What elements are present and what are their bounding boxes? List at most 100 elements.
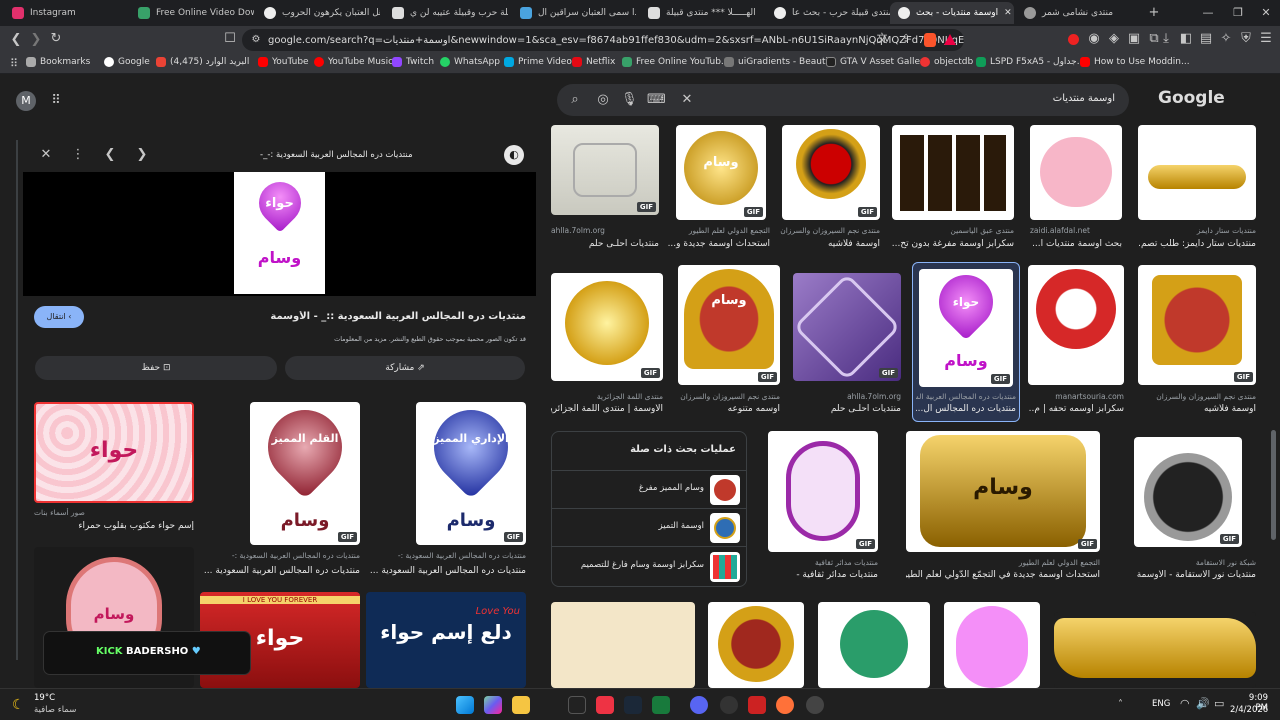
new-tab-icon[interactable]: + [1146, 6, 1162, 20]
result-image[interactable] [818, 602, 930, 688]
tab-video-downloader[interactable]: Free Online Video Downlo [130, 2, 254, 24]
lens-icon[interactable]: ◎ [595, 93, 611, 107]
copilot-icon[interactable] [484, 696, 502, 714]
result-caption[interactable]: بحث أوسمة منتديات ا... [1030, 239, 1122, 249]
site-info-icon[interactable]: ⚙ [248, 33, 264, 47]
menu-icon[interactable]: ☰ [1258, 32, 1274, 46]
result-caption[interactable]: استحداث أوسمة جديدة و... [662, 239, 770, 249]
rewards-icon[interactable] [944, 34, 956, 45]
result-image[interactable]: GIF [793, 273, 901, 381]
result-caption[interactable]: منتديات دره المجالس ال... [916, 404, 1016, 414]
result-image[interactable]: GIF [1138, 265, 1256, 385]
bookmark-folder[interactable]: Bookmarks [26, 57, 90, 67]
bookmark-objectdb[interactable]: objectdb [920, 57, 973, 67]
start-icon[interactable] [456, 696, 474, 714]
google-logo[interactable]: Google [1158, 88, 1225, 108]
forward-icon[interactable]: ❯ [28, 33, 44, 47]
back-icon[interactable]: ❮ [8, 33, 24, 47]
brave-shield-icon[interactable] [924, 33, 936, 47]
vpn-icon[interactable]: ⛨ [1238, 32, 1254, 46]
language-indicator[interactable]: ENG [1152, 699, 1170, 709]
translate-icon[interactable]: 文 [874, 32, 890, 46]
save-button[interactable]: حفظ ⊡ [35, 356, 277, 380]
result-image[interactable] [892, 125, 1014, 220]
bookmark-lspd[interactable]: LSPD F5xA5 - جداول... [976, 57, 1085, 67]
address-bar[interactable]: ⚙ google.com/search?q=اوسمة+منتديات&neww… [242, 29, 964, 51]
extension-icon[interactable]: ◉ [1086, 32, 1102, 46]
result-image[interactable]: GIF [551, 273, 663, 381]
preview-image[interactable]: حواء وسام [234, 172, 325, 294]
related-image-admin[interactable]: الإداري المميز وسام GIF [416, 402, 526, 545]
result-caption[interactable]: منتديات احلـى حلم [793, 404, 901, 414]
edge-icon[interactable] [540, 696, 558, 714]
result-caption[interactable]: اوسمه متنوعه [672, 404, 780, 414]
share-button[interactable]: مشاركة ⇗ [285, 356, 525, 380]
download-icon[interactable]: ⤓ [1158, 32, 1174, 46]
result-image[interactable] [1138, 125, 1256, 220]
maximize-icon[interactable]: ❐ [1230, 6, 1246, 20]
tray-chevron-icon[interactable]: ˄ [1118, 699, 1123, 710]
reload-icon[interactable]: ↻ [48, 32, 64, 46]
related-caption[interactable]: منتديات دره المجالس العربية السعودية ... [200, 566, 360, 576]
tab-9[interactable]: منتدى نشامى شمر [1016, 2, 1140, 24]
tab-5[interactable]: لماذا سمى العتبان سراقين ال [512, 2, 636, 24]
app-icon[interactable] [748, 696, 766, 714]
next-icon[interactable]: ❯ [134, 148, 150, 162]
app-icon[interactable] [720, 696, 738, 714]
apps-grid-icon[interactable]: ⠿ [48, 94, 64, 108]
tab-7[interactable]: منتدى قبيلة حرب - بحث عا [766, 2, 890, 24]
app-icon[interactable] [568, 696, 586, 714]
more-options-icon[interactable]: ⋮ [70, 148, 86, 162]
bookmark-google[interactable]: Google [104, 57, 150, 67]
minimize-icon[interactable]: — [1200, 6, 1216, 20]
result-image[interactable] [708, 602, 804, 688]
bookmark-whatsapp[interactable]: WhatsApp [440, 57, 500, 67]
related-caption[interactable]: منتديات دره المجالس العربية السعودية ... [366, 566, 526, 576]
result-caption[interactable]: استحداث أوسمة جديدة في التجمّع الدّولي ل… [906, 570, 1100, 580]
search-box[interactable]: ⌕ ◎ 🎙 ⌨ ✕ اوسمة منتديات [557, 84, 1129, 116]
tab-6[interactable]: الهـــــلا *** منتدى قبيلة [640, 2, 764, 24]
result-image[interactable]: وسام GIF [906, 431, 1100, 552]
bookmark-modding[interactable]: How to Use Moddin... [1080, 57, 1190, 67]
result-image[interactable]: GIF [1134, 437, 1242, 547]
result-image[interactable] [551, 602, 695, 688]
related-image-dala[interactable]: دلع إسم حواء Love You [366, 592, 526, 688]
brave-icon[interactable] [596, 696, 614, 714]
preview-title[interactable]: منتديات دره المجالس العربية السعودية ::_… [230, 311, 526, 322]
related-search-item[interactable]: سكرابز اوسمة وسام فارغ للتصميم [552, 546, 746, 586]
bookmark-youtube[interactable]: YouTube [258, 57, 309, 67]
previous-icon[interactable]: ❮ [102, 148, 118, 162]
discord-icon[interactable] [690, 696, 708, 714]
result-caption[interactable]: منتديات نور الاستقامة - الأوسمة [1134, 570, 1256, 580]
bookmark-youtube-music[interactable]: YouTube Music [314, 57, 393, 67]
tab-3[interactable]: هل العتبان يكرهون الحروب [256, 2, 380, 24]
bookmark-twitch[interactable]: Twitch [392, 57, 434, 67]
result-caption[interactable]: سكرابز أوسمة مفرغة بدون تح... [892, 239, 1014, 249]
avatar[interactable]: M [16, 91, 36, 111]
wallet-icon[interactable]: ▤ [1198, 32, 1214, 46]
battery-icon[interactable]: ▭ [1214, 697, 1224, 710]
tab-active[interactable]: اوسمة منتديات - بحث ✕ [890, 2, 1014, 24]
file-explorer-icon[interactable] [512, 696, 530, 714]
apps-grid-icon[interactable]: ⠿ [6, 57, 22, 71]
share-icon[interactable]: ⇪ [898, 32, 914, 46]
keyboard-icon[interactable]: ⌨ [647, 93, 666, 107]
related-search-item[interactable]: اوسمة التميز [552, 508, 746, 546]
result-image[interactable] [1030, 125, 1122, 220]
result-image[interactable]: GIF [551, 125, 659, 215]
close-tab-icon[interactable]: ✕ [1004, 8, 1012, 18]
bookmark-youtube-downloader[interactable]: Free Online YouTub... [622, 57, 730, 67]
tab-4[interactable]: قبيلة حرب وقبيلة عتيبه لن ي [384, 2, 508, 24]
result-image[interactable]: GIF [768, 431, 878, 552]
bookmark-icon[interactable]: ☐ [222, 32, 238, 46]
search-icon[interactable]: ⌕ [567, 93, 583, 107]
firefox-icon[interactable] [776, 696, 794, 714]
result-caption[interactable]: اوسمة فلاشيه [1138, 404, 1256, 414]
preview-site-name[interactable]: منتديات دره المجالس العربية السعودية :-_… [260, 150, 498, 160]
result-image[interactable]: وسام GIF [678, 265, 780, 385]
result-image[interactable]: GIF [782, 125, 880, 220]
extension-icon[interactable]: ▣ [1126, 32, 1142, 46]
result-image[interactable] [1054, 612, 1256, 688]
sidebar-icon[interactable]: ◧ [1178, 32, 1194, 46]
volume-icon[interactable]: 🔊 [1196, 697, 1210, 710]
